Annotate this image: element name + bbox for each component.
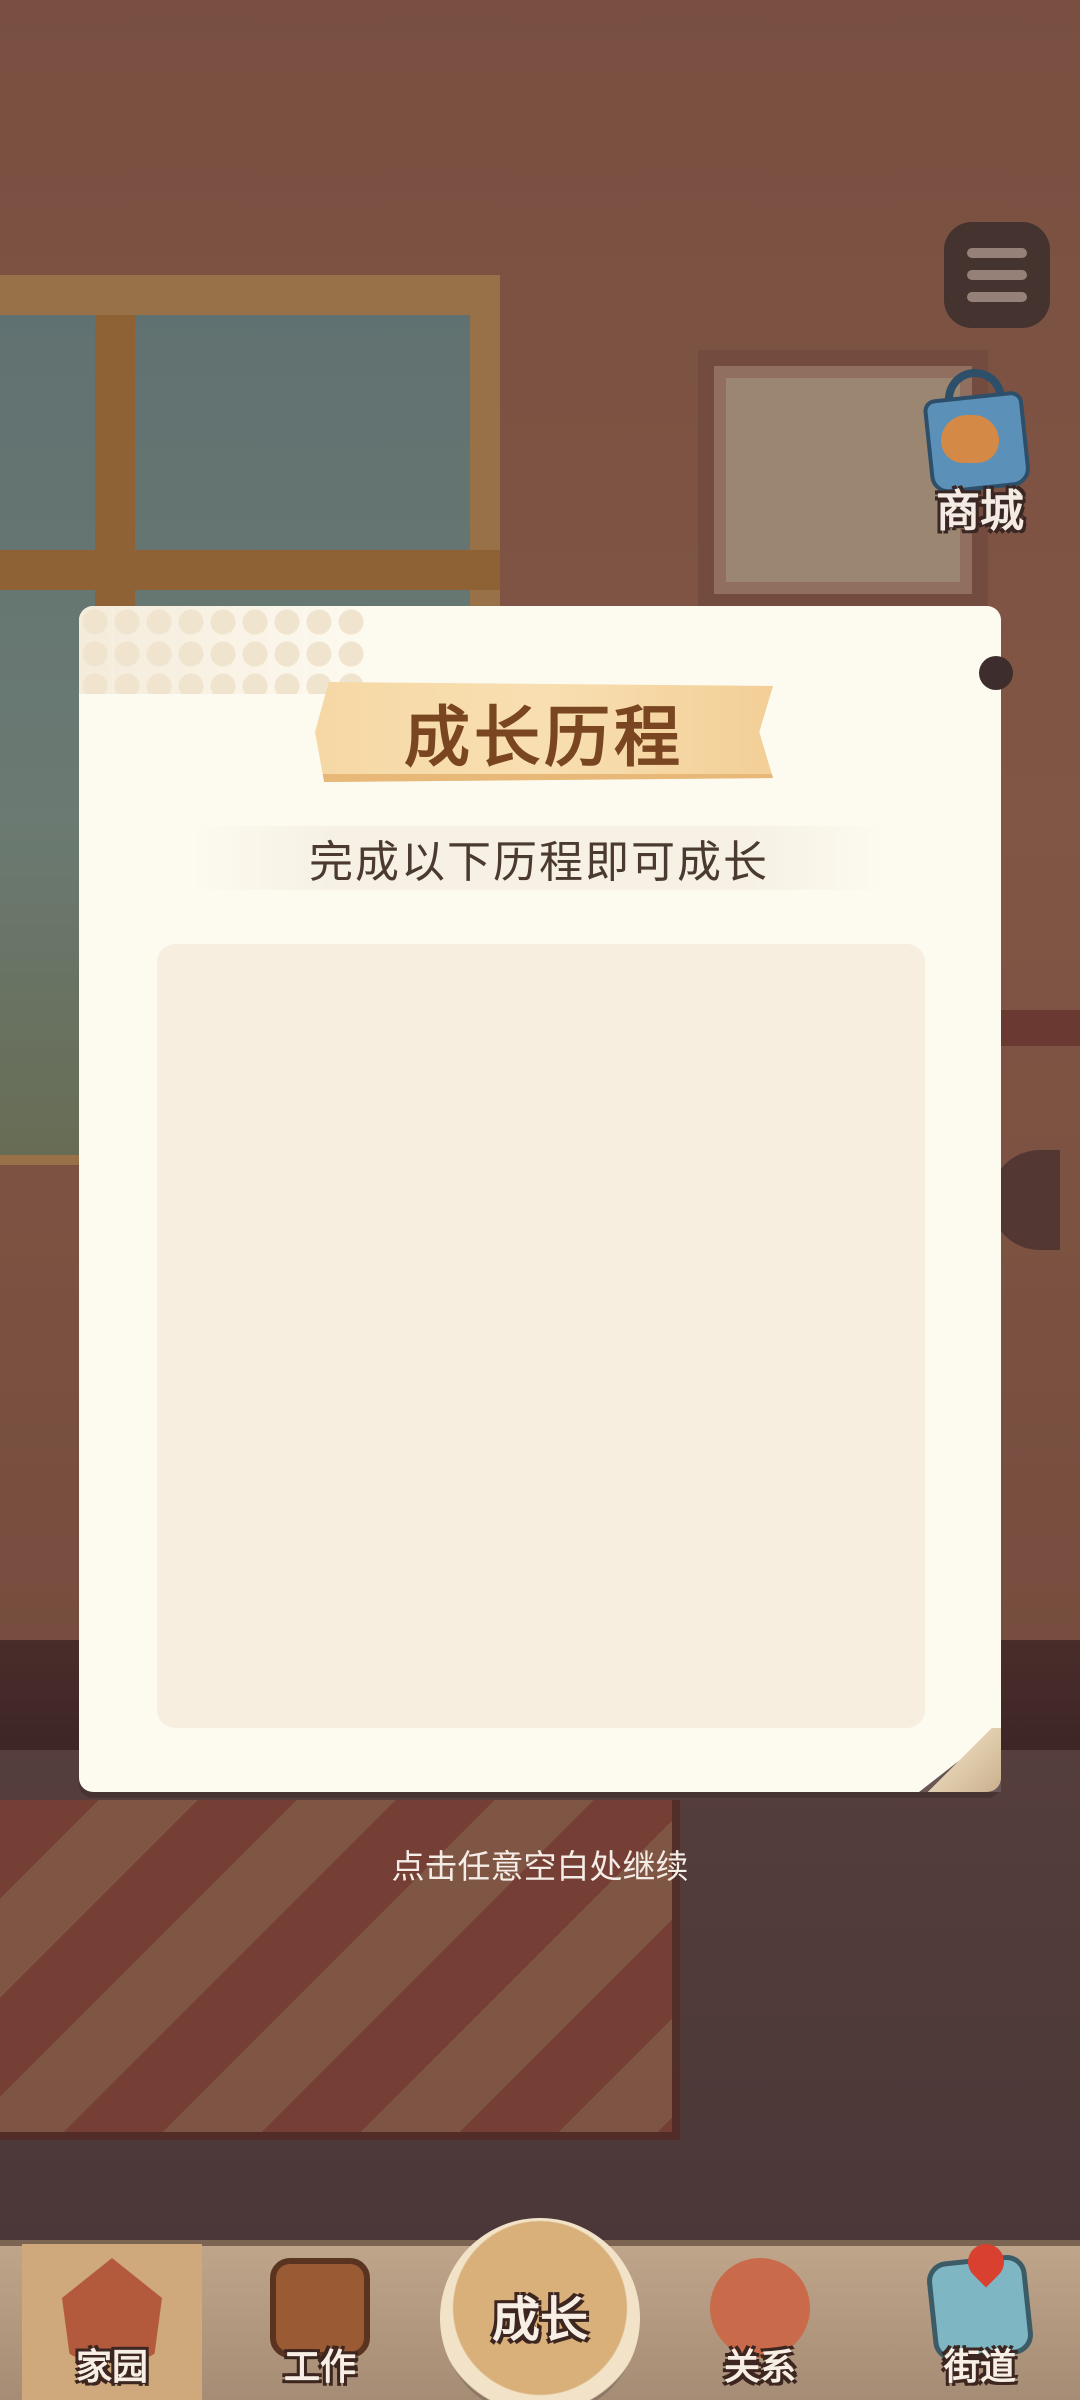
dialog-title: 成长历程 — [404, 699, 684, 776]
shop-button[interactable]: 商城 — [905, 365, 1055, 537]
growth-clock-icon: 成长 — [491, 2292, 588, 2348]
growth-task-list — [157, 944, 925, 1728]
tap-to-continue-hint: 点击任意空白处继续 — [391, 1847, 689, 1886]
shop-label: 商城 — [936, 486, 1024, 537]
nav-item-work[interactable]: 工作 — [230, 2244, 410, 2400]
dialog-subtitle: 完成以下历程即可成长 — [189, 826, 889, 890]
growth-history-dialog: 成长历程 完成以下历程即可成长 — [79, 606, 1013, 1792]
decorative-notch — [979, 656, 1013, 690]
nav-item-home[interactable]: 家园 — [22, 2244, 202, 2400]
title-ribbon: 成长历程 — [315, 682, 773, 782]
page-curl-corner — [919, 1728, 1001, 1792]
nav-item-relations[interactable]: 关系 — [670, 2244, 850, 2400]
menu-button[interactable] — [944, 222, 1050, 328]
hamburger-menu-icon — [967, 248, 1027, 258]
nav-item-street[interactable]: 街道 — [890, 2236, 1070, 2400]
decorative-dots — [79, 606, 369, 694]
